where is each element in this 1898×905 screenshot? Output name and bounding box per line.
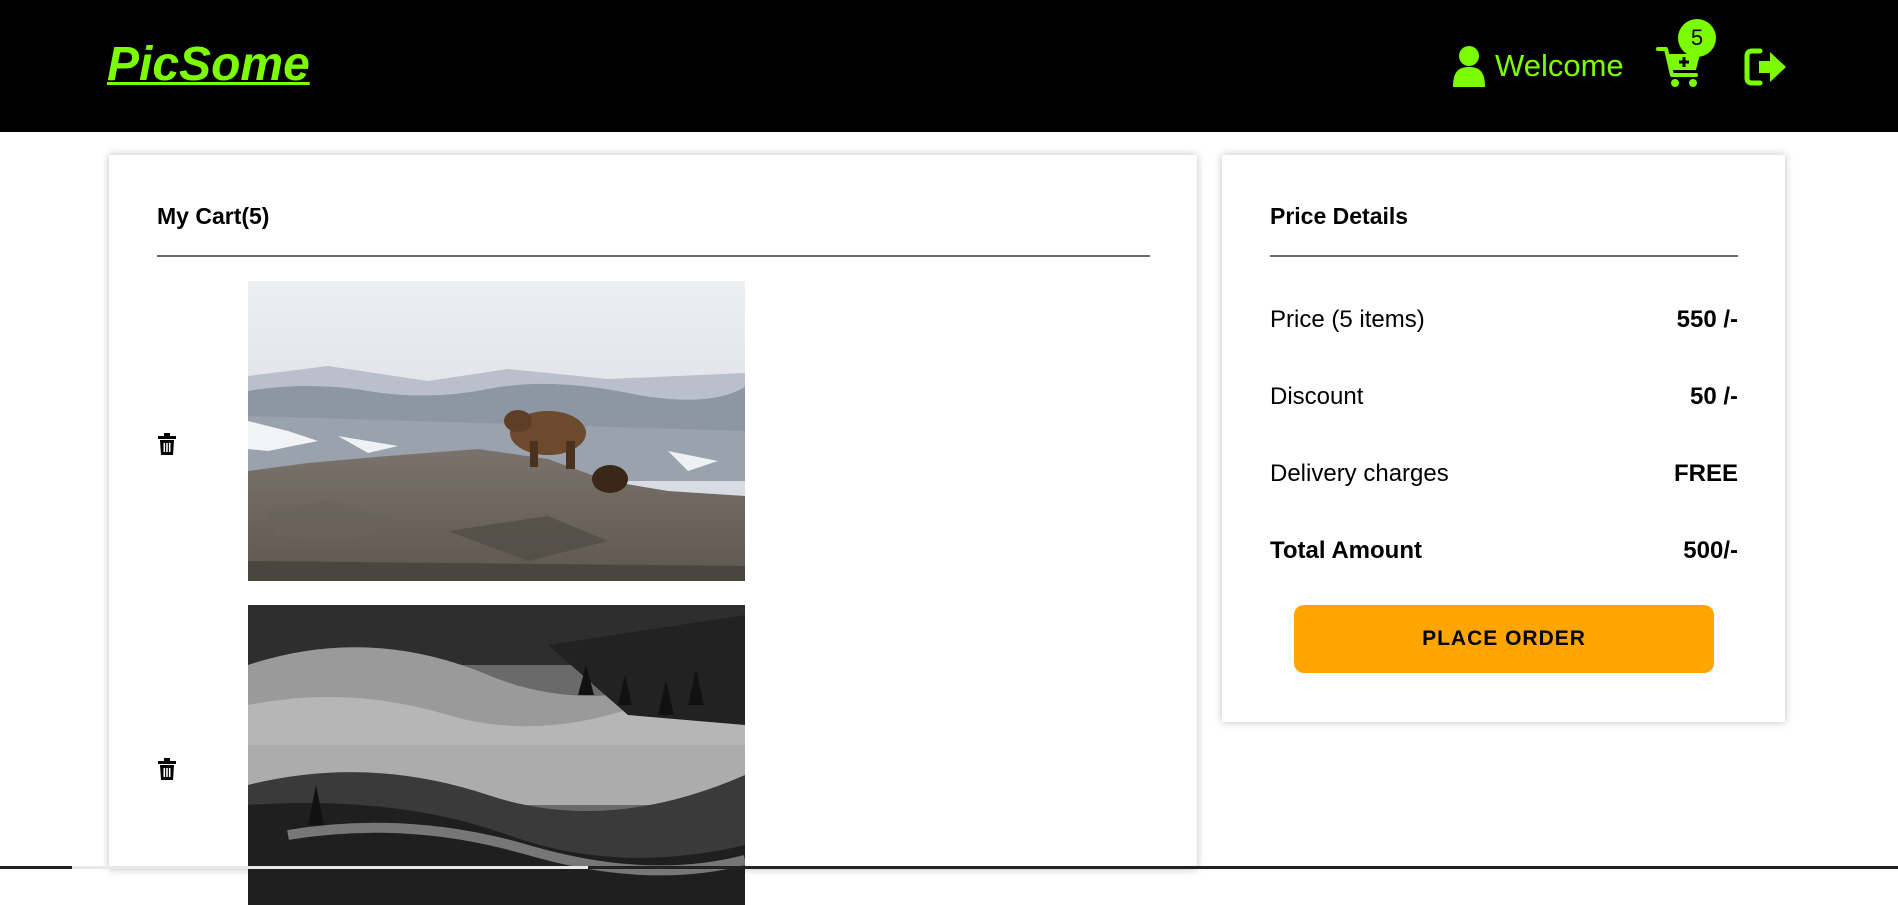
delivery-label: Delivery charges — [1270, 460, 1449, 487]
top-navbar: PicSome Welcome 5 — [0, 0, 1898, 132]
price-divider — [1270, 255, 1738, 257]
cart-panel: My Cart(5) — [109, 155, 1197, 905]
welcome-label: Welcome — [1495, 48, 1624, 83]
price-value: 550 /- — [1676, 306, 1738, 333]
user-icon — [1453, 46, 1485, 87]
welcome-user[interactable]: Welcome — [1451, 45, 1624, 87]
price-label: Price (5 items) — [1270, 306, 1425, 333]
logout-button[interactable] — [1744, 47, 1788, 87]
place-order-button[interactable]: PLACE ORDER — [1294, 605, 1714, 673]
trash-icon[interactable] — [157, 758, 177, 780]
cart-divider — [157, 255, 1150, 257]
delivery-value: FREE — [1673, 460, 1738, 487]
misty-forest-bw-photo[interactable] — [248, 605, 745, 905]
cart-item — [157, 605, 745, 905]
price-row: Price (5 items) 550 /- — [1270, 304, 1738, 336]
bear-on-rocky-hill-photo[interactable] — [248, 281, 745, 581]
total-label: Total Amount — [1270, 537, 1422, 564]
cart-title: My Cart(5) — [157, 203, 270, 229]
total-value: 500/- — [1683, 537, 1738, 564]
cart-count-badge: 5 — [1678, 19, 1716, 57]
price-details-panel: Price Details Price (5 items) 550 /- Dis… — [1222, 155, 1785, 722]
discount-label: Discount — [1270, 383, 1364, 410]
logo-link[interactable]: PicSome — [107, 37, 310, 92]
delivery-row: Delivery charges FREE — [1270, 458, 1738, 490]
cart-item — [157, 281, 745, 581]
trash-icon[interactable] — [157, 433, 177, 455]
price-details-title: Price Details — [1270, 203, 1409, 229]
total-row: Total Amount 500/- — [1270, 535, 1738, 567]
logout-icon — [1744, 48, 1786, 86]
discount-row: Discount 50 /- — [1270, 381, 1738, 413]
discount-value: 50 /- — [1689, 383, 1738, 410]
